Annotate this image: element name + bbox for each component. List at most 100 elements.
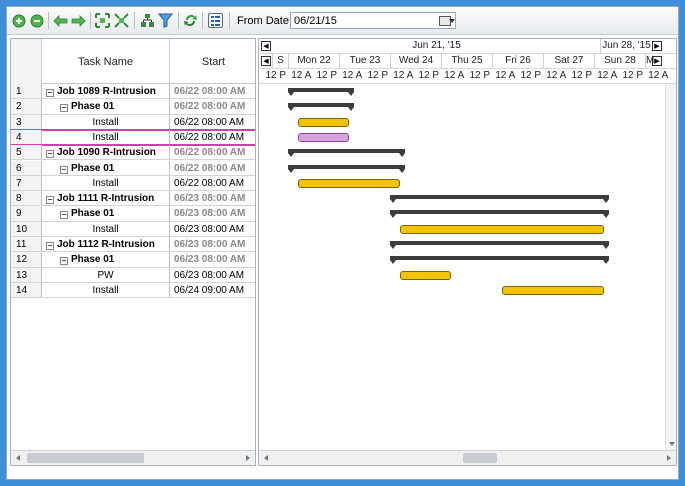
table-row[interactable]: 3 Install 06/22 08:00 AM xyxy=(11,114,255,130)
table-row[interactable]: 5− Job 1090 R-Intrusion 06/22 08:00 AM xyxy=(11,145,255,161)
task-name-cell[interactable]: − Job 1089 R-Intrusion xyxy=(42,84,170,99)
summary-bar[interactable] xyxy=(288,88,355,96)
filter-icon[interactable] xyxy=(158,13,173,28)
collapse-icon[interactable]: − xyxy=(60,211,68,220)
task-name: Phase 01 xyxy=(71,101,115,113)
arrow-left-icon[interactable] xyxy=(53,13,68,28)
table-row[interactable]: 12− Phase 01 06/23 08:00 AM xyxy=(11,252,255,268)
scroll-left-icon[interactable] xyxy=(14,454,22,462)
task-name-cell[interactable]: Install xyxy=(42,282,170,298)
scroll-right-icon[interactable] xyxy=(665,454,673,462)
summary-bar[interactable] xyxy=(390,256,610,265)
start-cell[interactable]: 06/23 08:00 AM xyxy=(170,252,255,266)
table-row[interactable]: 14 Install 06/24 09:00 AM xyxy=(11,282,255,299)
properties-icon[interactable] xyxy=(208,13,223,28)
table-row[interactable]: 1− Job 1089 R-Intrusion 06/22 08:00 AM xyxy=(11,84,255,100)
grid-scroll-thumb[interactable] xyxy=(27,453,144,463)
collapse-icon[interactable]: − xyxy=(60,165,68,174)
chevron-down-icon[interactable] xyxy=(449,19,455,23)
task-name-cell[interactable]: − Phase 01 xyxy=(42,252,170,267)
start-cell[interactable]: 06/22 08:00 AM xyxy=(170,176,255,190)
summary-bar[interactable] xyxy=(288,103,355,112)
start-cell[interactable]: 06/22 08:00 AM xyxy=(170,161,255,175)
collapse-icon[interactable]: − xyxy=(60,104,68,113)
start-header[interactable]: Start xyxy=(170,39,255,84)
table-row[interactable]: 13 PW 06/23 08:00 AM xyxy=(11,267,255,283)
start-cell[interactable]: 06/23 08:00 AM xyxy=(170,191,255,205)
refresh-icon[interactable] xyxy=(183,13,198,28)
collapse-icon[interactable]: − xyxy=(46,150,54,159)
task-name-header[interactable]: Task Name xyxy=(42,39,170,84)
start-cell[interactable]: 06/22 08:00 AM xyxy=(170,115,255,129)
task-name-cell[interactable]: − Job 1112 R-Intrusion xyxy=(42,237,170,252)
start-cell[interactable]: 06/23 08:00 AM xyxy=(170,206,255,220)
table-row[interactable]: 11− Job 1112 R-Intrusion 06/23 08:00 AM xyxy=(11,237,255,253)
zoom-in-icon[interactable] xyxy=(11,13,26,28)
summary-bar[interactable] xyxy=(390,210,610,219)
chart-horizontal-scrollbar[interactable] xyxy=(259,450,676,465)
task-name: Job 1090 R-Intrusion xyxy=(57,147,156,159)
collapse-icon[interactable]: − xyxy=(46,89,54,97)
task-bar[interactable] xyxy=(298,132,350,142)
hour-tier: 12 P 12 A 12 P 12 A 12 P 12 A 12 P 12 A 12 P 12 A… xyxy=(259,69,676,84)
table-row[interactable]: 2− Phase 01 06/22 08:00 AM xyxy=(11,99,255,115)
fit-width-icon[interactable] xyxy=(95,13,110,28)
task-bar[interactable] xyxy=(400,224,605,234)
task-name-cell[interactable]: Install xyxy=(42,114,170,129)
gantt-bars-area[interactable] xyxy=(259,84,676,449)
start-cell[interactable]: 06/23 08:00 AM xyxy=(170,268,255,282)
task-bar[interactable] xyxy=(298,178,401,188)
start-cell[interactable]: 06/23 08:00 AM xyxy=(170,237,255,251)
table-row[interactable]: 6− Phase 01 06/22 08:00 AM xyxy=(11,160,255,176)
summary-bar[interactable] xyxy=(288,164,406,173)
start-cell[interactable]: 06/22 08:00 AM xyxy=(170,99,255,113)
fit-all-icon[interactable] xyxy=(114,13,129,28)
task-name-cell[interactable]: − Phase 01 xyxy=(42,206,170,221)
table-row[interactable]: 7 Install 06/22 08:00 AM xyxy=(11,175,255,192)
summary-bar[interactable] xyxy=(288,149,406,158)
start-cell[interactable]: 06/23 08:00 AM xyxy=(170,222,255,236)
chart-scroll-thumb[interactable] xyxy=(463,453,497,463)
collapse-icon[interactable]: − xyxy=(46,196,54,205)
table-row[interactable]: 4 Install 06/22 08:00 AM xyxy=(11,128,255,147)
table-row[interactable]: 9− Phase 01 06/23 08:00 AM xyxy=(11,206,255,222)
task-name-cell[interactable]: Install xyxy=(42,221,170,236)
start-cell[interactable]: 06/22 08:00 AM xyxy=(170,84,255,98)
grid-horizontal-scrollbar[interactable] xyxy=(11,450,255,465)
scroll-down-icon[interactable] xyxy=(668,440,676,448)
task-name: Job 1112 R-Intrusion xyxy=(57,239,155,250)
summary-bar[interactable] xyxy=(390,195,610,204)
from-date-input[interactable]: 06/21/15 xyxy=(290,12,456,29)
row-number: 3 xyxy=(11,114,42,129)
collapse-icon[interactable]: − xyxy=(60,257,68,266)
timeline-next-week-button[interactable]: ▶ xyxy=(652,41,662,51)
timeline-prev-week-button[interactable]: ◀ xyxy=(261,41,271,51)
task-name-cell[interactable]: Install xyxy=(42,129,170,145)
task-name-cell[interactable]: − Job 1090 R-Intrusion xyxy=(42,145,170,160)
start-cell[interactable]: 06/24 09:00 AM xyxy=(170,283,255,297)
start-cell[interactable]: 06/22 08:00 AM xyxy=(170,145,255,159)
chart-vertical-scrollbar[interactable] xyxy=(665,84,676,450)
zoom-out-icon[interactable] xyxy=(29,13,44,28)
row-number: 5 xyxy=(11,145,42,160)
start-cell[interactable]: 06/22 08:00 AM xyxy=(170,130,255,144)
timeline-prev-day-button[interactable]: ◀ xyxy=(261,56,271,66)
task-name-cell[interactable]: − Phase 01 xyxy=(42,160,170,175)
scroll-left-icon[interactable] xyxy=(262,454,270,462)
table-row[interactable]: 8− Job 1111 R-Intrusion 06/23 08:00 AM xyxy=(11,191,255,207)
task-name-cell[interactable]: − Job 1111 R-Intrusion xyxy=(42,191,170,206)
from-date-value: 06/21/15 xyxy=(294,15,337,27)
task-bar[interactable] xyxy=(502,285,605,295)
summary-bar[interactable] xyxy=(390,241,610,249)
hierarchy-icon[interactable] xyxy=(140,13,155,28)
task-name-cell[interactable]: PW xyxy=(42,267,170,282)
arrow-right-icon[interactable] xyxy=(71,13,86,28)
collapse-icon[interactable]: − xyxy=(46,242,54,250)
task-bar[interactable] xyxy=(400,270,452,280)
scroll-right-icon[interactable] xyxy=(244,454,252,462)
task-bar[interactable] xyxy=(298,117,350,127)
task-name-cell[interactable]: − Phase 01 xyxy=(42,99,170,114)
row-number: 4 xyxy=(11,129,42,145)
task-name-cell[interactable]: Install xyxy=(42,175,170,191)
table-row[interactable]: 10 Install 06/23 08:00 AM xyxy=(11,221,255,237)
